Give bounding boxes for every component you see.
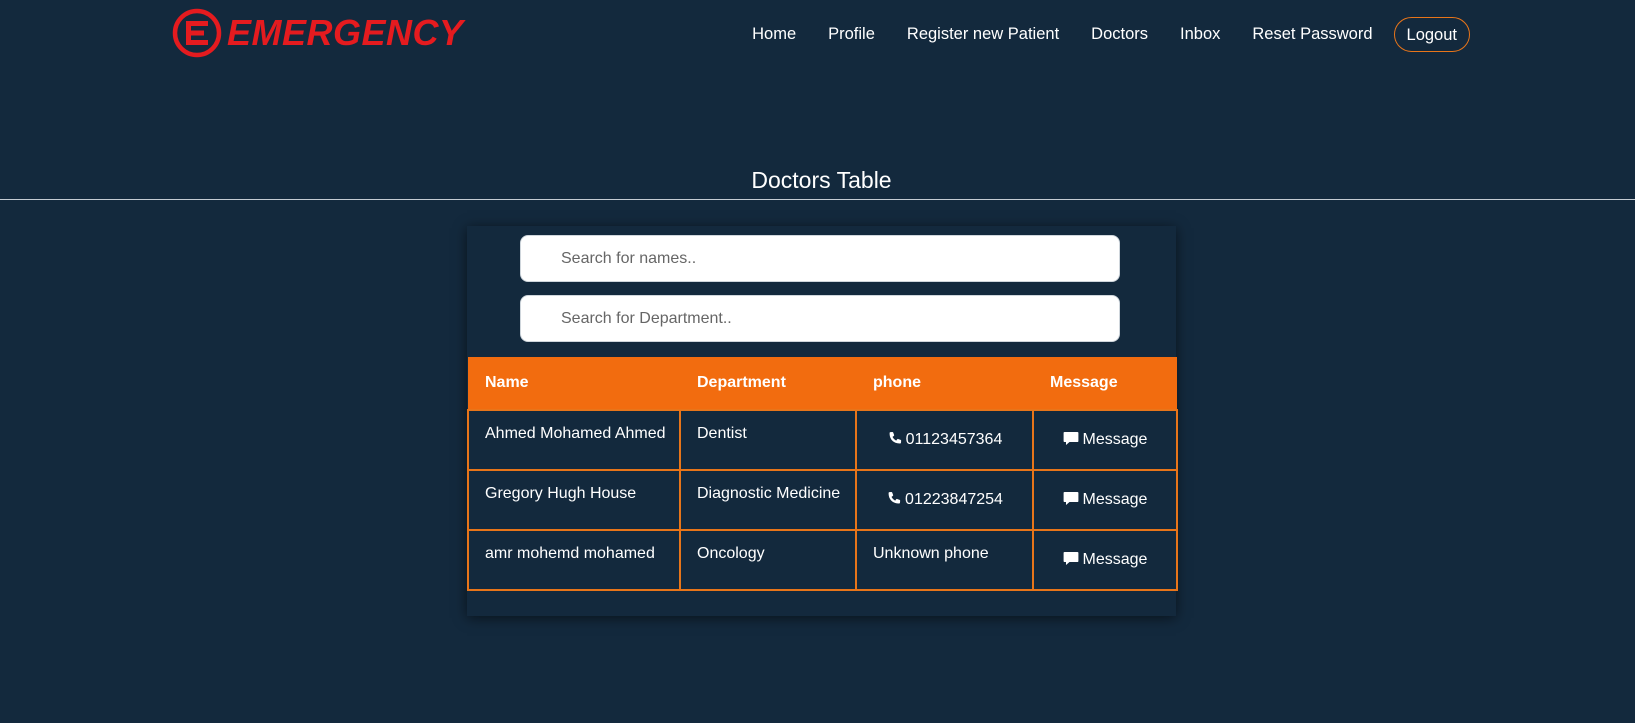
doctors-table: Name Department phone Message Ahmed Moha… [467, 357, 1178, 591]
table-row: Gregory Hugh House Diagnostic Medicine 0… [467, 469, 1178, 531]
phone-icon [889, 431, 901, 444]
main-nav: Home Profile Register new Patient Doctor… [752, 15, 1470, 53]
nav-register-new-patient[interactable]: Register new Patient [907, 25, 1059, 44]
logout-button[interactable]: Logout [1393, 16, 1470, 52]
doctor-phone-unknown: Unknown phone [855, 529, 1034, 591]
nav-inbox[interactable]: Inbox [1180, 25, 1220, 44]
doctor-department: Oncology [679, 529, 857, 591]
comment-icon [1063, 552, 1078, 565]
message-label: Message [1082, 491, 1148, 508]
comment-icon [1063, 432, 1078, 445]
title-divider [0, 199, 1635, 200]
doctor-phone-cell: 01223847254 [855, 469, 1034, 531]
message-cell: Message [1032, 529, 1178, 591]
doctor-name: Gregory Hugh House [467, 469, 681, 531]
table-row: amr mohemd mohamed Oncology Unknown phon… [467, 529, 1178, 591]
page-title: Doctors Table [751, 167, 892, 193]
message-button[interactable]: Message [1063, 431, 1148, 448]
nav-reset-password[interactable]: Reset Password [1252, 25, 1372, 44]
column-header-phone: phone [856, 357, 1033, 410]
column-header-department: Department [680, 357, 856, 410]
doctor-department: Diagnostic Medicine [679, 469, 857, 531]
brand-logo[interactable]: EMERGENCY [172, 7, 464, 59]
nav-doctors[interactable]: Doctors [1091, 25, 1148, 44]
search-department-input[interactable] [520, 295, 1120, 342]
message-button[interactable]: Message [1063, 491, 1148, 508]
navbar: EMERGENCY Home Profile Register new Pati… [0, 0, 1635, 68]
emergency-logo-icon [172, 8, 222, 58]
comment-icon [1063, 492, 1078, 505]
phone-number: 01223847254 [905, 491, 1003, 508]
message-label: Message [1082, 431, 1148, 448]
doctor-department: Dentist [679, 409, 857, 471]
doctor-name: amr mohemd mohamed [467, 529, 681, 591]
message-cell: Message [1032, 469, 1178, 531]
phone-link[interactable]: 01223847254 [886, 491, 1003, 508]
phone-link[interactable]: 01123457364 [887, 431, 1003, 448]
nav-home[interactable]: Home [752, 25, 796, 44]
doctor-name: Ahmed Mohamed Ahmed [467, 409, 681, 471]
column-header-name: Name [468, 357, 680, 410]
message-cell: Message [1032, 409, 1178, 471]
nav-profile[interactable]: Profile [828, 25, 875, 44]
table-header-row: Name Department phone Message [468, 357, 1177, 410]
brand-name: EMERGENCY [227, 12, 464, 53]
message-label: Message [1082, 551, 1148, 568]
message-button[interactable]: Message [1063, 551, 1148, 568]
phone-number: 01123457364 [905, 431, 1003, 448]
doctors-card: Name Department phone Message Ahmed Moha… [467, 226, 1178, 616]
doctor-phone-cell: 01123457364 [855, 409, 1034, 471]
search-names-input[interactable] [520, 235, 1120, 282]
phone-icon [888, 491, 901, 504]
column-header-message: Message [1033, 357, 1177, 410]
table-row: Ahmed Mohamed Ahmed Dentist 01123457364 … [467, 409, 1178, 471]
